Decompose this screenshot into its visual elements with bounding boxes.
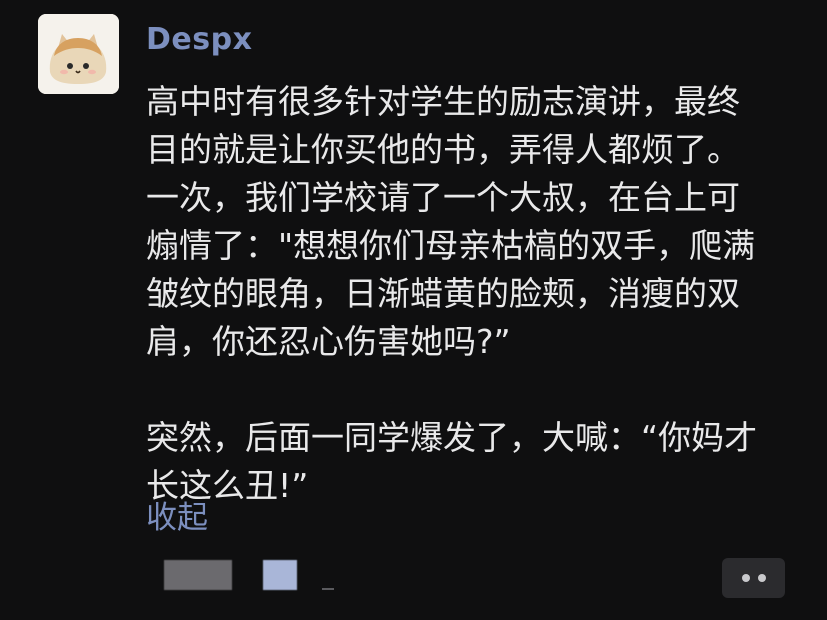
avatar[interactable] <box>38 14 119 94</box>
meta-separator <box>322 588 334 590</box>
post-paragraph-1: 高中时有很多针对学生的励志演讲，最终 目的就是让你买他的书，弄得人都烦了。 一次… <box>146 78 806 366</box>
more-options-button[interactable] <box>722 558 785 598</box>
post-line: 煽情了："想想你们母亲枯槁的双手，爬满 <box>146 226 756 265</box>
post-line: 一次，我们学校请了一个大叔，在台上可 <box>146 178 740 217</box>
post-line: 突然，后面一同学爆发了，大喊：“你妈才 <box>146 418 758 457</box>
cat-bread-avatar-icon <box>38 14 119 94</box>
blurred-meta-text <box>164 560 232 590</box>
blurred-meta-text <box>263 560 297 590</box>
post-author-name[interactable]: Despx <box>146 20 252 60</box>
post-paragraph-2: 突然，后面一同学爆发了，大喊：“你妈才 长这么丑!” <box>146 414 806 510</box>
post-body: 高中时有很多针对学生的励志演讲，最终 目的就是让你买他的书，弄得人都烦了。 一次… <box>146 78 806 510</box>
post-line: 长这么丑!” <box>146 466 309 505</box>
collapse-button[interactable]: 收起 <box>146 498 208 538</box>
post-meta-row <box>0 556 827 604</box>
post-line: 目的就是让你买他的书，弄得人都烦了。 <box>146 130 740 169</box>
post-line: 肩，你还忍心伤害她吗?” <box>146 322 511 361</box>
post-line: 皱纹的眼角，日渐蜡黄的脸颊，消瘦的双 <box>146 274 740 313</box>
post-line: 高中时有很多针对学生的励志演讲，最终 <box>146 82 740 121</box>
more-dots-icon <box>757 574 766 582</box>
more-dots-icon <box>741 574 750 582</box>
